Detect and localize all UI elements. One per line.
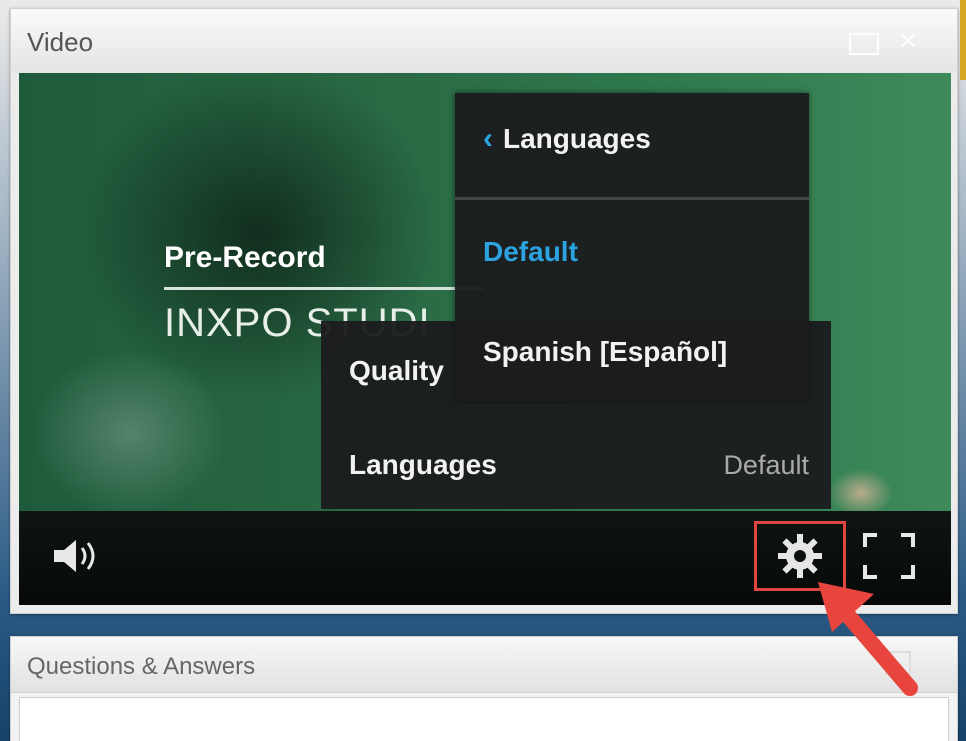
video-overlay-divider: [164, 287, 484, 290]
video-overlay-title: Pre-Record: [164, 241, 326, 274]
edge-stripe: [960, 0, 966, 80]
video-panel-title: Video: [27, 27, 94, 57]
language-option-label: Spanish [Español]: [483, 336, 728, 367]
close-icon[interactable]: ✕: [893, 29, 923, 55]
qa-panel-title: Questions & Answers: [27, 653, 256, 680]
language-option-spanish[interactable]: Spanish [Español]: [455, 317, 809, 387]
languages-back-button[interactable]: ‹ Languages: [455, 93, 809, 185]
video-panel-header: Video ✕: [11, 9, 957, 73]
video-panel: Video ✕ Pre-Record INXPO STUDI Quality L…: [10, 8, 958, 614]
fullscreen-icon: [863, 533, 915, 579]
volume-icon: [54, 540, 95, 572]
video-player[interactable]: Pre-Record INXPO STUDI Quality Languages…: [19, 73, 951, 605]
languages-menu-title: Languages: [503, 123, 651, 154]
annotation-arrow-icon: [818, 582, 918, 696]
settings-item-label: Quality: [349, 355, 444, 386]
gear-icon: [778, 534, 822, 578]
language-option-label: Default: [483, 236, 578, 267]
languages-menu-divider: [455, 197, 809, 200]
languages-menu: ‹ Languages Default Spanish [Español]: [455, 93, 809, 401]
settings-item-value: Default: [723, 449, 809, 480]
maximize-icon[interactable]: [849, 33, 879, 55]
chevron-left-icon: ‹: [483, 122, 493, 155]
settings-item-label: Languages: [349, 449, 497, 480]
language-option-default[interactable]: Default: [455, 217, 809, 287]
settings-item-languages[interactable]: Languages Default: [321, 421, 831, 509]
volume-button[interactable]: [47, 531, 107, 581]
